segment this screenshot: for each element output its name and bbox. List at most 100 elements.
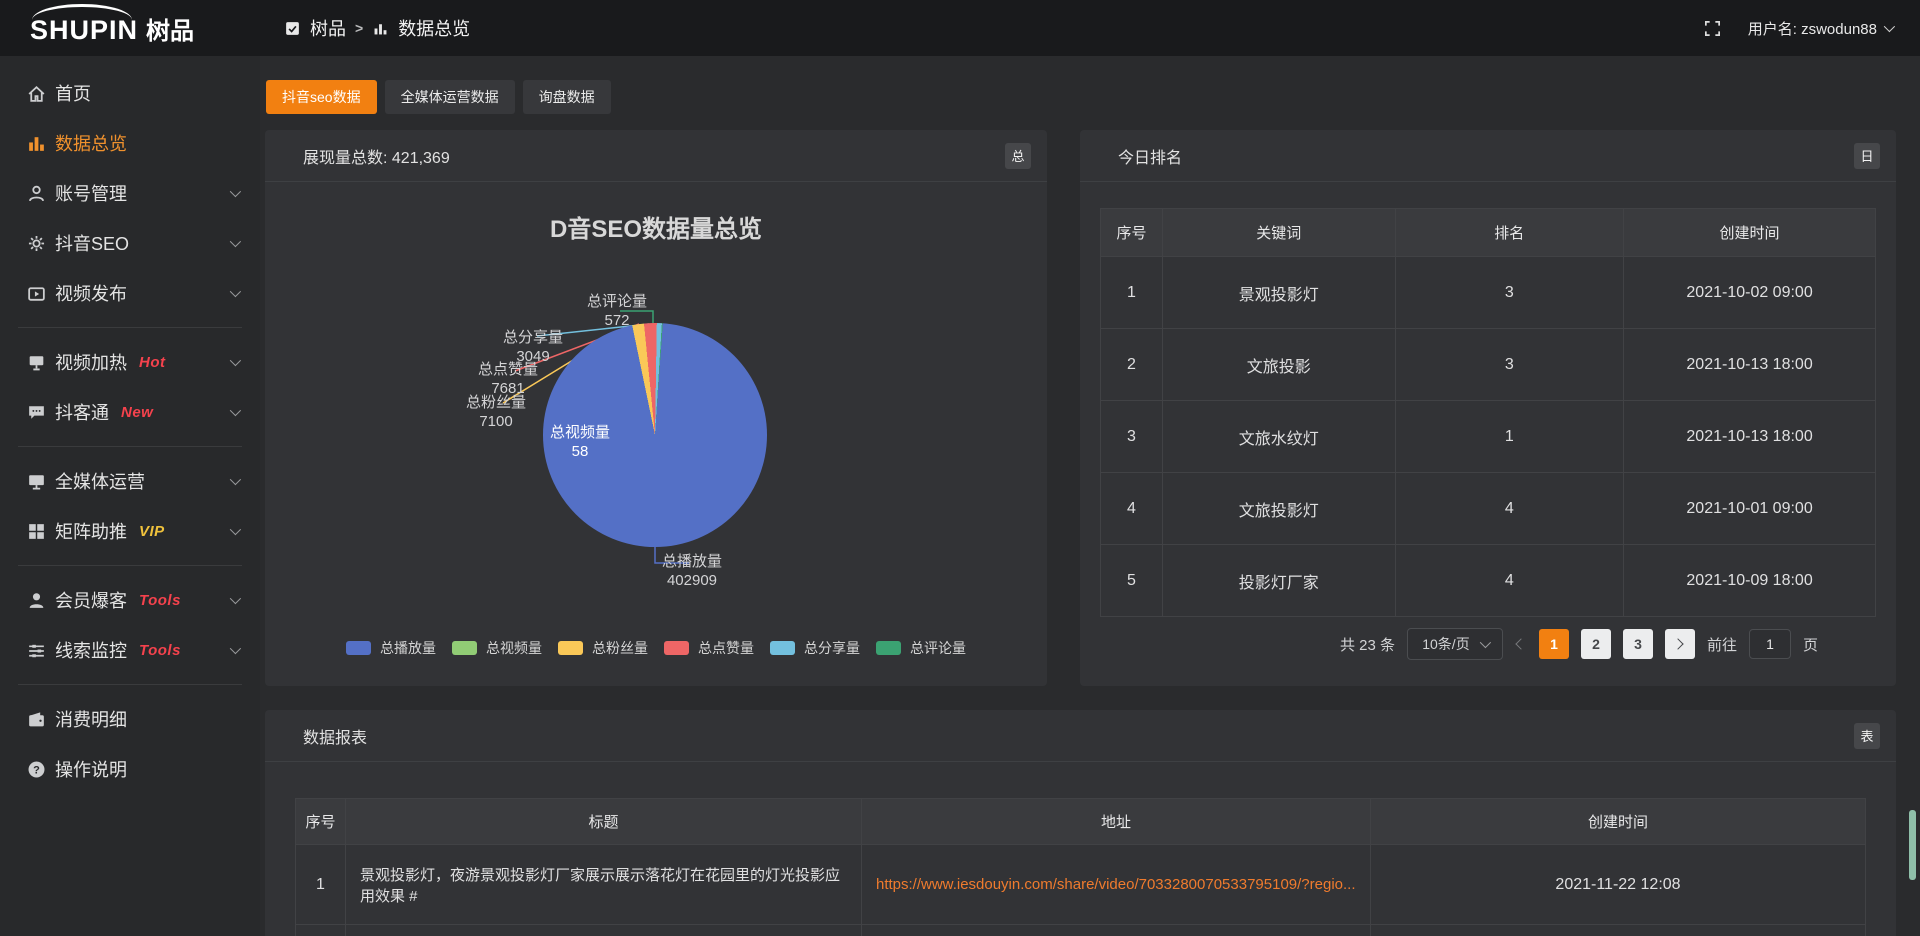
legend-item-comments[interactable]: 总评论量: [876, 638, 966, 658]
chevron-down-icon: [230, 186, 241, 197]
chevron-down-icon: [230, 286, 241, 297]
table-row: 1 景观投影灯，夜游景观投影灯厂家展示展示落花灯在花园里的灯光投影应用效果 # …: [296, 845, 1866, 925]
chevron-down-icon: [230, 643, 241, 654]
main-content: 抖音seo数据 全媒体运营数据 询盘数据 展现量总数: 421,369 总 D音…: [260, 56, 1920, 936]
sidebar-item-help[interactable]: ? 操作说明: [0, 744, 260, 794]
overview-panel: 展现量总数: 421,369 总 D音SEO数据量总览 总评论量572 总分: [265, 130, 1047, 686]
table-row: 1景观投影灯32021-10-02 09:00: [1101, 257, 1876, 329]
sidebar-item-video-publish[interactable]: 视频发布: [0, 268, 260, 318]
chevron-down-icon: [230, 405, 241, 416]
total-badge-button[interactable]: 总: [1005, 143, 1031, 169]
col-url: 地址: [862, 799, 1371, 845]
sidebar-item-member-baoke[interactable]: 会员爆客 Tools: [0, 575, 260, 625]
next-page-button[interactable]: [1665, 629, 1695, 659]
grid-icon: [26, 521, 47, 542]
username-label: 用户名: zswodun88: [1748, 18, 1877, 39]
logo: SHUPIN 树品: [0, 11, 260, 46]
sidebar-item-account[interactable]: 账号管理: [0, 168, 260, 218]
breadcrumb-current: 数据总览: [398, 15, 470, 41]
chat-icon: [26, 402, 47, 423]
sidebar: 首页 数据总览 账号管理 抖音SEO 视频发布 视频加热 Hot: [0, 56, 260, 936]
table-badge-button[interactable]: 表: [1854, 723, 1880, 749]
breadcrumb-root[interactable]: 树品: [310, 15, 346, 41]
col-created: 创建时间: [1624, 209, 1876, 257]
chevron-down-icon: [230, 355, 241, 366]
sidebar-item-data-overview[interactable]: 数据总览: [0, 118, 260, 168]
top-header: SHUPIN 树品 树品 > 数据总览 用户名: zswodun88: [0, 0, 1920, 56]
legend-swatch: [770, 641, 795, 655]
pagination: 共 23 条 10条/页 1 2 3 前往 页: [1340, 628, 1818, 660]
chevron-down-icon: [230, 474, 241, 485]
vip-badge: VIP: [139, 523, 165, 540]
overview-panel-header: 展现量总数: 421,369 总: [265, 130, 1047, 182]
table-row: 4文旅投影灯42021-10-01 09:00: [1101, 473, 1876, 545]
video-title: 景观投影灯，夜游景观投影灯厂家展示展示落花灯在花园里的灯光投影应用效果 #: [346, 845, 862, 925]
monitor-icon: [26, 471, 47, 492]
page-button-2[interactable]: 2: [1581, 629, 1611, 659]
ranking-table: 序号 关键词 排名 创建时间 1景观投影灯32021-10-02 09:00 2…: [1100, 208, 1876, 617]
chevron-down-icon: [1884, 21, 1895, 32]
video-link[interactable]: https://www.iesdouyin.com/share/video/70…: [862, 845, 1371, 925]
breadcrumb-separator: >: [355, 20, 363, 36]
pie-label-comments: 总评论量572: [577, 292, 657, 330]
page-size-select[interactable]: 10条/页: [1407, 628, 1503, 660]
ranking-panel-header: 今日排名 日: [1080, 130, 1896, 182]
breadcrumb: 树品 > 数据总览: [284, 15, 470, 41]
sidebar-item-matrix-boost[interactable]: 矩阵助推 VIP: [0, 506, 260, 556]
user-icon: [26, 183, 47, 204]
chart-legend: 总播放量 总视频量 总粉丝量 总点赞量 总分享量 总评论量: [265, 638, 1047, 658]
user-menu[interactable]: 用户名: zswodun88: [1748, 18, 1892, 39]
legend-item-likes[interactable]: 总点赞量: [664, 638, 754, 658]
fullscreen-icon[interactable]: [1703, 19, 1722, 38]
gear-icon: [26, 233, 47, 254]
ranking-panel: 今日排名 日 序号 关键词 排名 创建时间: [1080, 130, 1896, 686]
sidebar-divider: [18, 565, 242, 566]
prev-page-button[interactable]: [1515, 638, 1526, 649]
col-keyword: 关键词: [1163, 209, 1396, 257]
sidebar-item-douyin-seo[interactable]: 抖音SEO: [0, 218, 260, 268]
sidebar-divider: [18, 446, 242, 447]
sidebar-item-video-heat[interactable]: 视频加热 Hot: [0, 337, 260, 387]
legend-swatch: [452, 641, 477, 655]
col-index: 序号: [296, 799, 346, 845]
report-title: 数据报表: [303, 724, 367, 748]
table-row: [296, 925, 1866, 936]
table-header-row: 序号 关键词 排名 创建时间: [1101, 209, 1876, 257]
legend-swatch: [876, 641, 901, 655]
data-tabs: 抖音seo数据 全媒体运营数据 询盘数据: [266, 80, 611, 114]
chart-title: D音SEO数据量总览: [265, 209, 1047, 244]
home-icon: [26, 83, 47, 104]
legend-item-videos[interactable]: 总视频量: [452, 638, 542, 658]
tools-badge: Tools: [139, 592, 181, 609]
sidebar-item-consumption[interactable]: 消费明细: [0, 694, 260, 744]
col-rank: 排名: [1395, 209, 1624, 257]
page-button-3[interactable]: 3: [1623, 629, 1653, 659]
sidebar-divider: [18, 327, 242, 328]
legend-item-shares[interactable]: 总分享量: [770, 638, 860, 658]
page-button-1[interactable]: 1: [1539, 629, 1569, 659]
overview-title: 展现量总数: 421,369: [303, 144, 450, 168]
app-square-icon: [284, 20, 301, 37]
sidebar-item-home[interactable]: 首页: [0, 68, 260, 118]
tab-douyin-seo-data[interactable]: 抖音seo数据: [266, 80, 377, 114]
hot-badge: Hot: [139, 354, 166, 371]
tab-inquiry-data[interactable]: 询盘数据: [523, 80, 611, 114]
bar-chart-icon: [372, 20, 389, 37]
goto-page-input[interactable]: [1749, 629, 1791, 659]
legend-swatch: [664, 641, 689, 655]
bar-chart-icon: [26, 133, 47, 154]
tab-media-operation-data[interactable]: 全媒体运营数据: [385, 80, 515, 114]
table-row: 5投影灯厂家42021-10-09 18:00: [1101, 545, 1876, 617]
legend-item-plays[interactable]: 总播放量: [346, 638, 436, 658]
col-index: 序号: [1101, 209, 1163, 257]
legend-swatch: [558, 641, 583, 655]
legend-item-fans[interactable]: 总粉丝量: [558, 638, 648, 658]
pie-label-fans: 总粉丝量7100: [456, 393, 536, 431]
sidebar-item-clue-monitor[interactable]: 线索监控 Tools: [0, 625, 260, 675]
sidebar-item-media-operation[interactable]: 全媒体运营: [0, 456, 260, 506]
sidebar-item-douketong[interactable]: 抖客通 New: [0, 387, 260, 437]
scrollbar-thumb[interactable]: [1909, 810, 1916, 880]
sidebar-divider: [18, 684, 242, 685]
day-badge-button[interactable]: 日: [1854, 143, 1880, 169]
legend-swatch: [346, 641, 371, 655]
